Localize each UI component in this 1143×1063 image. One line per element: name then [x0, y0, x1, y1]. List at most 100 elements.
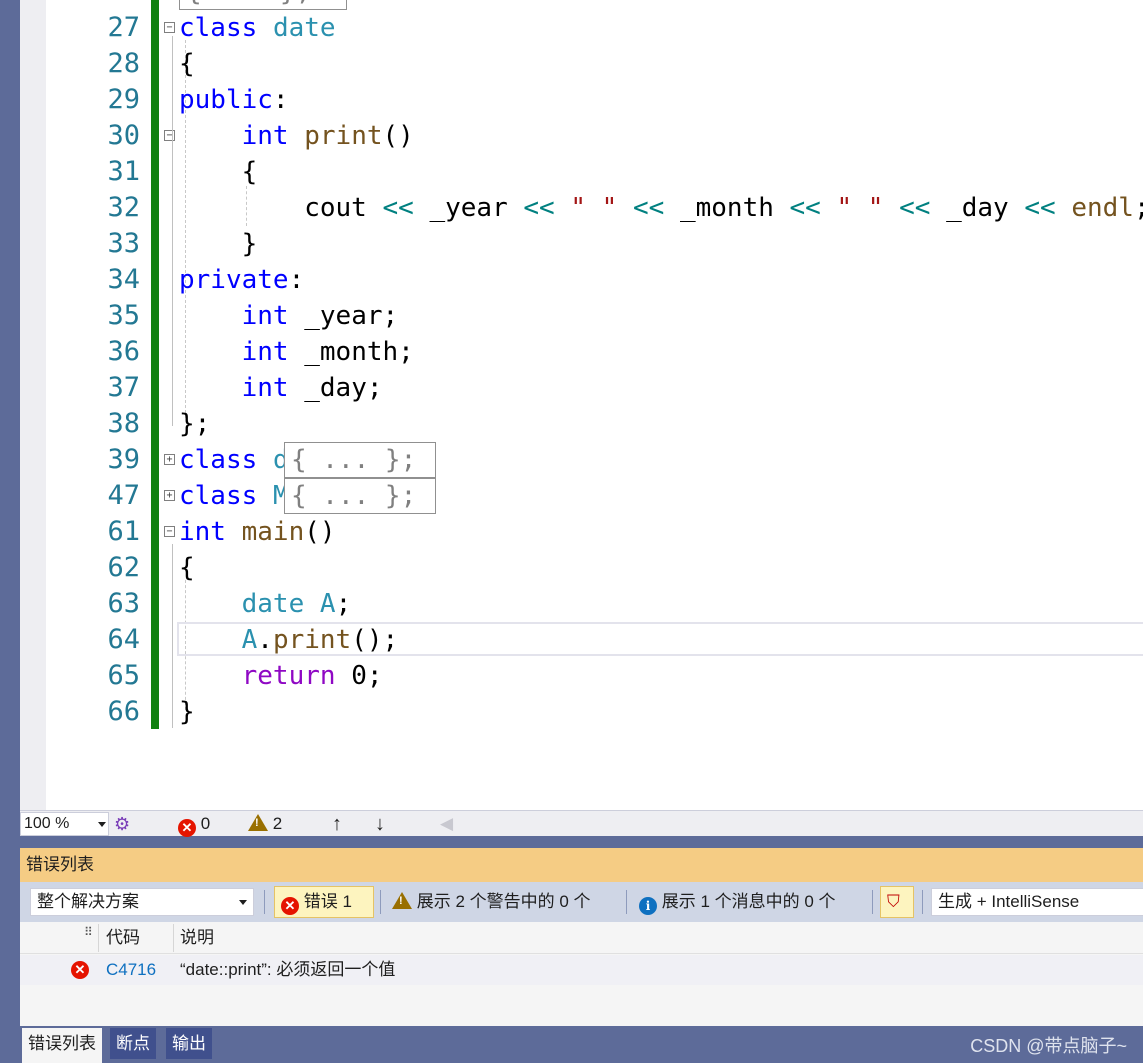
error-icon: ✕: [71, 961, 89, 979]
toolbar-separator: [264, 890, 265, 914]
line-number: 31: [107, 156, 140, 187]
line-number: 33: [107, 228, 140, 259]
info-icon: i: [639, 897, 657, 915]
warning-count: 2: [272, 814, 283, 833]
toolbar-separator: [922, 890, 923, 914]
toolbar-separator: [380, 890, 381, 914]
ide-window: 27 28 29 30 31 32 33 34 35 36 37 38 39 4…: [0, 0, 1143, 1063]
tab-breakpoints[interactable]: 断点: [110, 1028, 156, 1059]
errors-filter-button[interactable]: ✕ 错误 1: [274, 886, 374, 918]
error-description: “date::print”: 必须返回一个值: [180, 960, 396, 979]
code-line: {: [179, 553, 195, 583]
column-header-description[interactable]: 说明: [180, 922, 214, 954]
chevron-down-icon: [239, 900, 247, 905]
code-editor[interactable]: 27 28 29 30 31 32 33 34 35 36 37 38 39 4…: [20, 0, 1143, 810]
tab-output[interactable]: 输出: [166, 1028, 212, 1059]
scope-guide: [172, 544, 173, 728]
code-line: class M: [179, 481, 289, 511]
line-number: 66: [107, 696, 140, 727]
warning-count-indicator[interactable]: ! 2: [248, 811, 282, 837]
source-dropdown[interactable]: 生成 + IntelliSense: [931, 888, 1143, 916]
collapse-icon[interactable]: −: [164, 130, 175, 141]
indicator-margin: [20, 0, 46, 810]
warnings-filter-button[interactable]: ! 展示 2 个警告中的 0 个: [386, 886, 591, 918]
line-number: 37: [107, 372, 140, 403]
error-icon: ✕: [281, 897, 299, 915]
code-line: int print(): [241, 121, 414, 151]
zoom-dropdown[interactable]: 100 %: [20, 812, 109, 836]
sort-icon[interactable]: ⠿: [84, 916, 93, 948]
change-tracking-bar: [151, 0, 159, 729]
table-row[interactable]: ✕ C4716 “date::print”: 必须返回一个值: [20, 955, 1143, 985]
panel-title: 错误列表: [20, 848, 1143, 882]
arrow-left-icon[interactable]: ◀: [440, 811, 453, 837]
line-number: 27: [107, 12, 140, 43]
line-number: 32: [107, 192, 140, 223]
warning-icon: !: [248, 814, 268, 831]
code-line: }: [179, 229, 258, 259]
error-count-indicator[interactable]: ✕ 0: [178, 811, 210, 837]
error-count: 0: [200, 814, 211, 833]
error-list-header: ⠿ 代码 说明: [20, 922, 1143, 954]
collapse-icon[interactable]: −: [164, 526, 175, 537]
error-list-panel: 错误列表 整个解决方案 ✕ 错误 1 ! 展示 2 个警告中的 0 个 i 展示…: [20, 848, 1143, 1026]
line-number: 64: [107, 624, 140, 655]
filter-icon[interactable]: ⛉: [880, 886, 914, 918]
messages-filter-label: 展示 1 个消息中的 0 个: [661, 892, 836, 911]
column-separator: [98, 924, 99, 952]
code-line: public:: [179, 85, 289, 115]
code-line: A.print();: [241, 625, 399, 655]
line-number: 36: [107, 336, 140, 367]
error-code-link[interactable]: C4716: [106, 955, 156, 985]
column-header-code[interactable]: 代码: [106, 922, 140, 954]
code-line: cout << _year << " " << _month << " " <<…: [179, 193, 1143, 223]
watermark: CSDN @带点脑子~: [970, 1036, 1127, 1056]
code-line: class date: [179, 13, 336, 43]
line-number: 34: [107, 264, 140, 295]
column-separator: [173, 924, 174, 952]
code-line: int _month;: [241, 337, 414, 367]
code-line: return 0;: [241, 661, 383, 691]
line-number: 47: [107, 480, 140, 511]
line-number: 38: [107, 408, 140, 439]
errors-filter-label: 错误 1: [303, 892, 352, 911]
code-line: int _day;: [241, 373, 383, 403]
messages-filter-button[interactable]: i 展示 1 个消息中的 0 个: [633, 886, 836, 918]
scope-value: 整个解决方案: [37, 892, 139, 911]
intellicode-icon[interactable]: ⚙: [114, 811, 130, 837]
code-line: private:: [179, 265, 305, 295]
editor-status-strip: 100 % ⚙ ✕ 0 ! 2 ↑ ↓ ◀: [20, 810, 1143, 837]
line-number: 61: [107, 516, 140, 547]
collapse-icon[interactable]: −: [164, 22, 175, 33]
code-line: }: [179, 697, 195, 727]
chevron-down-icon: [98, 822, 106, 827]
error-icon: ✕: [178, 819, 196, 837]
tab-error-list[interactable]: 错误列表: [22, 1028, 102, 1063]
line-number: 63: [107, 588, 140, 619]
expand-icon[interactable]: +: [164, 454, 175, 465]
code-line: int _year;: [241, 301, 399, 331]
line-number: 65: [107, 660, 140, 691]
toolbar-separator: [626, 890, 627, 914]
scope-dropdown[interactable]: 整个解决方案: [30, 888, 254, 916]
warning-icon: !: [392, 892, 412, 909]
code-line: int main(): [179, 517, 336, 547]
collapsed-region[interactable]: { ... };: [284, 442, 436, 478]
code-line: class d: [179, 445, 289, 475]
zoom-value: 100 %: [24, 815, 70, 832]
source-value: 生成 + IntelliSense: [938, 892, 1080, 911]
collapsed-region[interactable]: { ... };: [284, 478, 436, 514]
line-number: 35: [107, 300, 140, 331]
collapsed-region[interactable]: { ... };: [179, 0, 347, 10]
line-number: 62: [107, 552, 140, 583]
expand-icon[interactable]: +: [164, 490, 175, 501]
error-list-toolbar: 整个解决方案 ✕ 错误 1 ! 展示 2 个警告中的 0 个 i 展示 1 个消…: [20, 882, 1143, 922]
line-number: 29: [107, 84, 140, 115]
line-number: 30: [107, 120, 140, 151]
arrow-up-icon[interactable]: ↑: [332, 811, 342, 837]
warnings-filter-label: 展示 2 个警告中的 0 个: [416, 892, 591, 911]
scope-guide: [172, 36, 173, 426]
code-line: date A;: [241, 589, 352, 619]
arrow-down-icon[interactable]: ↓: [375, 811, 385, 837]
code-line: {: [179, 49, 195, 79]
